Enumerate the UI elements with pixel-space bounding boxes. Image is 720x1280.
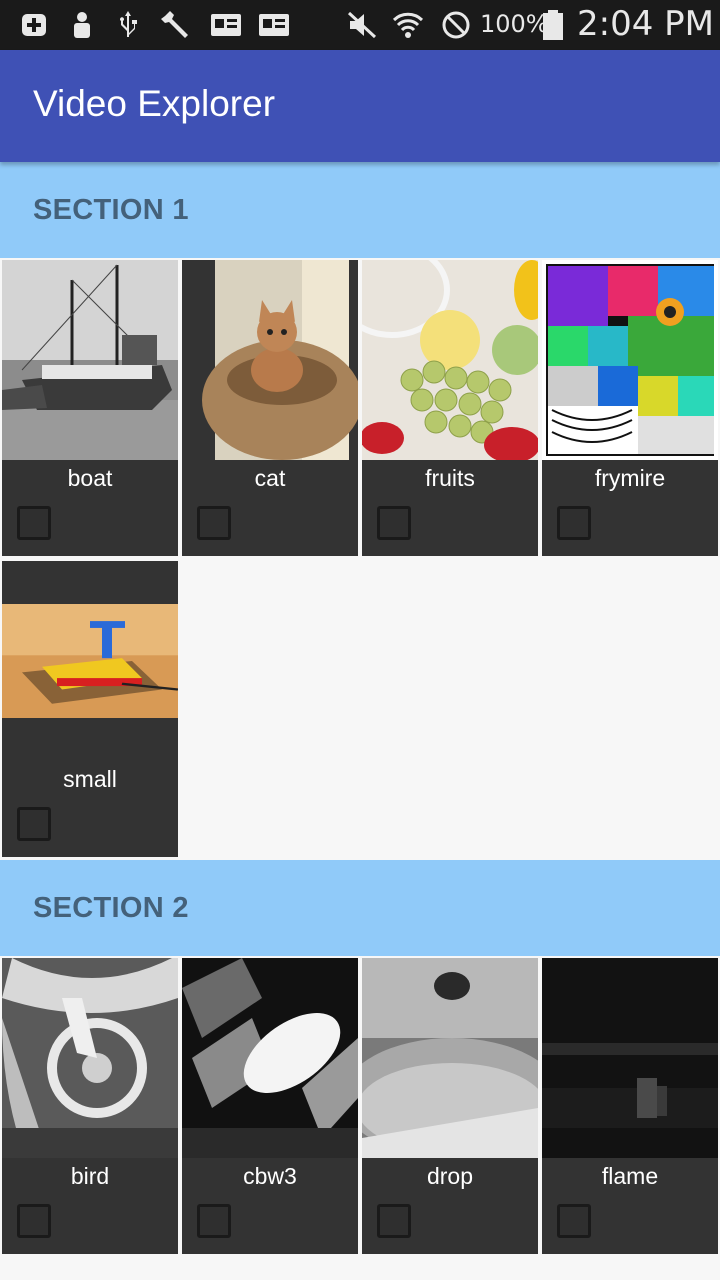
select-checkbox[interactable] [17,807,51,841]
video-tile-cat[interactable]: cat [182,260,358,556]
select-checkbox[interactable] [17,1204,51,1238]
status-bar: 100% 2:04 PM [0,0,720,50]
tile-label: flame [601,1163,659,1189]
card-icon [259,14,289,36]
drop-thumbnail [362,958,538,1158]
flame-thumbnail [542,958,718,1158]
wrench-icon [161,11,188,38]
mute-icon [347,11,377,39]
select-checkbox[interactable] [557,1204,591,1238]
tile-label: cat [254,465,286,491]
small-thumbnail [2,604,178,718]
plus-icon [22,14,46,36]
boat-thumbnail [2,260,178,460]
no-sim-icon [442,11,470,39]
video-tile-frymire[interactable]: frymire [542,260,718,556]
wifi-icon [392,12,424,38]
frymire-thumbnail [542,260,718,460]
tile-label: small [63,766,117,792]
video-tile-cbw3[interactable]: cbw3 [182,958,358,1254]
section-header-2: SECTION 2 [0,860,720,956]
select-checkbox[interactable] [557,506,591,540]
section-title: SECTION 2 [33,892,189,924]
video-tile-fruits[interactable]: fruits [362,260,538,556]
select-checkbox[interactable] [197,1204,231,1238]
fruits-thumbnail [362,260,538,460]
clock: 2:04 PM [577,4,714,44]
cbw3-thumbnail [182,958,358,1158]
bird-thumbnail [2,958,178,1158]
section-header-1: SECTION 1 [0,162,720,258]
card-icon [211,14,241,36]
tile-label: boat [67,465,113,491]
tile-label: fruits [425,465,475,491]
video-tile-small[interactable]: small [2,561,178,857]
tile-label: frymire [594,465,666,491]
select-checkbox[interactable] [377,1204,411,1238]
section-title: SECTION 1 [33,194,189,226]
app-bar: Video Explorer [0,50,720,162]
app-title: Video Explorer [33,83,276,124]
tile-label: bird [70,1163,110,1189]
select-checkbox[interactable] [197,506,231,540]
battery-percent: 100% [480,10,549,38]
video-tile-bird[interactable]: bird [2,958,178,1254]
video-tile-drop[interactable]: drop [362,958,538,1254]
cat-thumbnail [182,260,358,460]
select-checkbox[interactable] [17,506,51,540]
tile-label: cbw3 [243,1163,297,1189]
battery-icon [543,10,563,40]
select-checkbox[interactable] [377,506,411,540]
video-tile-boat[interactable]: boat [2,260,178,556]
usb-icon [120,11,137,37]
video-tile-flame[interactable]: flame [542,958,718,1254]
tile-label: drop [426,1163,474,1189]
person-icon [74,12,90,38]
